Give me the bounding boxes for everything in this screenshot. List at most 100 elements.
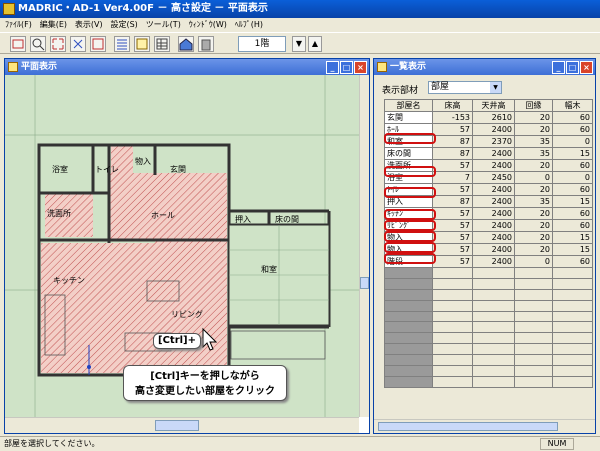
plan-hscroll-thumb[interactable] [155,420,199,431]
value-cell[interactable]: 87 [432,135,473,148]
value-cell[interactable]: 15 [552,231,593,244]
value-cell[interactable]: 57 [432,123,473,136]
empty-cell[interactable] [552,299,593,312]
empty-cell[interactable] [514,354,553,367]
value-cell[interactable]: 7 [432,171,473,184]
value-cell[interactable]: 20 [514,123,553,136]
empty-cell[interactable] [552,354,593,367]
room-name-cell[interactable]: 床の間 [384,147,433,160]
value-cell[interactable]: 60 [552,255,593,268]
empty-cell[interactable] [552,267,593,279]
minimize-button[interactable]: _ [326,61,339,74]
floor-select[interactable]: 1階 [238,36,286,52]
value-cell[interactable]: 20 [514,183,553,196]
list-horizontal-scrollbar[interactable] [374,419,595,433]
empty-cell[interactable] [552,277,593,290]
empty-cell[interactable] [432,375,473,388]
room-hall2-area[interactable] [155,173,227,243]
zoom-all-icon[interactable] [70,36,86,52]
table-row[interactable] [384,321,593,334]
empty-cell[interactable] [384,277,433,290]
value-cell[interactable]: 2400 [472,219,515,232]
empty-cell[interactable] [514,375,553,388]
value-cell[interactable]: 20 [514,219,553,232]
value-cell[interactable]: 0 [552,135,593,148]
empty-cell[interactable] [514,365,553,377]
empty-cell[interactable] [384,288,433,301]
empty-cell[interactable] [432,267,473,279]
column-header[interactable]: 床高 [432,99,473,112]
empty-cell[interactable] [552,343,593,356]
column-header[interactable]: 部屋名 [384,99,433,112]
house-icon[interactable] [178,36,194,52]
refresh-icon[interactable] [10,36,26,52]
value-cell[interactable]: 57 [432,255,473,268]
close-button[interactable]: × [580,61,593,74]
minimize-button[interactable]: _ [552,61,565,74]
empty-cell[interactable] [432,321,473,334]
window-icon[interactable] [134,36,150,52]
value-cell[interactable]: 57 [432,219,473,232]
empty-cell[interactable] [432,365,473,377]
value-cell[interactable]: 35 [514,147,553,160]
table-icon[interactable] [154,36,170,52]
menu-tools[interactable]: ツール(T) [146,20,181,29]
table-row[interactable] [384,343,593,356]
empty-cell[interactable] [384,310,433,323]
empty-cell[interactable] [514,332,553,345]
empty-cell[interactable] [472,321,515,334]
empty-cell[interactable] [384,299,433,312]
menu-edit[interactable]: 編集(E) [40,20,67,29]
empty-cell[interactable] [384,365,433,377]
value-cell[interactable]: 57 [432,183,473,196]
menu-file[interactable]: ﾌｧｲﾙ(F) [5,20,32,29]
table-row[interactable] [384,375,593,388]
maximize-button[interactable]: □ [566,61,579,74]
value-cell[interactable]: 0 [552,171,593,184]
value-cell[interactable]: 60 [552,183,593,196]
plan-vertical-scrollbar[interactable] [359,75,369,417]
empty-cell[interactable] [384,375,433,388]
empty-cell[interactable] [472,365,515,377]
empty-cell[interactable] [552,310,593,323]
empty-cell[interactable] [472,267,515,279]
value-cell[interactable]: 2400 [472,207,515,220]
menu-window[interactable]: ｳｨﾝﾄﾞｳ(W) [189,20,227,29]
value-cell[interactable]: 20 [514,243,553,256]
room-stairs-area[interactable] [111,145,133,207]
empty-cell[interactable] [472,310,515,323]
list-hscroll-thumb[interactable] [378,422,558,431]
value-cell[interactable]: 60 [552,159,593,172]
value-cell[interactable]: 35 [514,135,553,148]
value-cell[interactable]: 20 [514,159,553,172]
empty-cell[interactable] [472,299,515,312]
chevron-down-icon[interactable]: ▼ [490,82,501,93]
empty-cell[interactable] [552,288,593,301]
empty-cell[interactable] [514,277,553,290]
plan-vscroll-thumb[interactable] [360,277,369,289]
empty-cell[interactable] [514,267,553,279]
value-cell[interactable]: 87 [432,147,473,160]
value-cell[interactable]: 15 [552,195,593,208]
value-cell[interactable]: 2400 [472,147,515,160]
value-cell[interactable]: 57 [432,243,473,256]
value-cell[interactable]: 20 [514,111,553,124]
empty-cell[interactable] [472,288,515,301]
value-cell[interactable]: 2370 [472,135,515,148]
empty-cell[interactable] [432,310,473,323]
empty-cell[interactable] [384,354,433,367]
menu-view[interactable]: 表示(V) [75,20,103,29]
room-name-cell[interactable]: 玄関 [384,111,433,124]
value-cell[interactable]: 20 [514,231,553,244]
empty-cell[interactable] [552,375,593,388]
frame-icon[interactable] [90,36,106,52]
empty-cell[interactable] [472,354,515,367]
menu-help[interactable]: ﾍﾙﾌﾟ(H) [235,20,263,29]
empty-cell[interactable] [432,299,473,312]
value-cell[interactable]: 15 [552,243,593,256]
value-cell[interactable]: 60 [552,111,593,124]
value-cell[interactable]: 15 [552,147,593,160]
value-cell[interactable]: 2400 [472,159,515,172]
floor-up-button[interactable]: ▲ [308,36,322,52]
value-cell[interactable]: 57 [432,207,473,220]
